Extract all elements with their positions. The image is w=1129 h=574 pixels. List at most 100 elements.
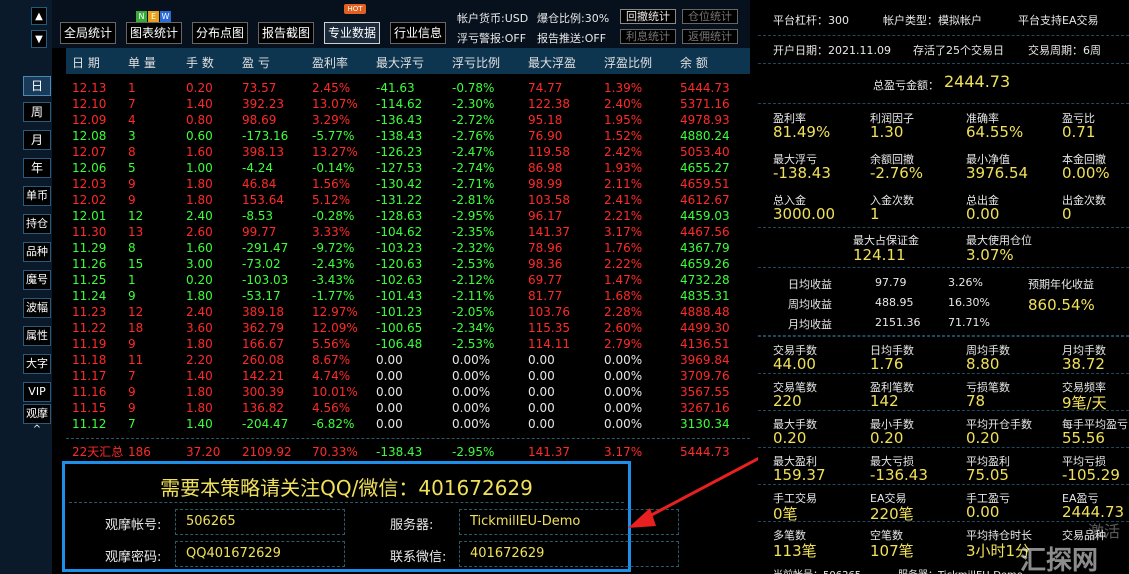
left-nav-item[interactable]: 大字: [23, 354, 51, 374]
table-row[interactable]: 11.17 7 1.40 142.21 4.74% 0.00 0.00% 0.00 0.00% 3…: [66, 368, 750, 384]
industry-info-button[interactable]: 行业信息: [390, 22, 446, 44]
distribution-chart-button[interactable]: 分布点图: [192, 22, 248, 44]
summary-cell: 2109.92: [242, 445, 292, 459]
table-cell: 7: [128, 97, 136, 111]
position-stats-button[interactable]: 仓位统计: [682, 9, 738, 24]
table-cell: -136.43: [376, 113, 423, 127]
column-header[interactable]: 最大浮盈: [528, 54, 576, 71]
table-row[interactable]: 12.09 4 0.80 98.69 3.29% -136.43 -2.72% 95.18 1.…: [66, 112, 750, 128]
table-row[interactable]: 11.30 13 2.60 99.77 3.33% -104.62 -2.35% 141.37…: [66, 224, 750, 240]
table-row[interactable]: 12.03 9 1.80 46.84 1.56% -130.42 -2.71% 98.99 2.…: [66, 176, 750, 192]
column-header[interactable]: 盈 亏: [242, 54, 270, 71]
table-row[interactable]: 12.13 1 0.20 73.57 2.45% -41.63 -0.78% 74.77 1.3…: [66, 80, 750, 96]
table-row[interactable]: 11.12 7 1.40 -204.47 -6.82% 0.00 0.00% 0.00 0.00…: [66, 416, 750, 432]
table-cell: 398.13: [242, 145, 284, 159]
table-row[interactable]: 12.06 5 1.00 -4.24 -0.14% -127.53 -2.74% 86.98 1…: [66, 160, 750, 176]
table-cell: 300.39: [242, 385, 284, 399]
table-cell: 74.77: [528, 81, 563, 95]
table-cell: -128.63: [376, 209, 423, 223]
table-row[interactable]: 11.26 15 3.00 -73.02 -2.43% -120.63 -2.53% 98.3…: [66, 256, 750, 272]
collapse-caret-icon[interactable]: ^: [27, 424, 47, 436]
table-cell: 11.12: [72, 417, 107, 431]
chart-stats-button[interactable]: 图表统计: [126, 22, 182, 44]
column-header[interactable]: 浮盈比例: [604, 54, 652, 71]
table-cell: 0.60: [186, 129, 213, 143]
table-cell: -127.53: [376, 161, 423, 175]
table-cell: 95.18: [528, 113, 563, 127]
left-nav-item[interactable]: 持仓: [23, 214, 51, 234]
table-row[interactable]: 11.15 9 1.80 136.82 4.56% 0.00 0.00% 0.00 0.00% 3…: [66, 400, 750, 416]
table-row[interactable]: 12.02 9 1.80 153.64 5.12% -131.22 -2.81% 103.58…: [66, 192, 750, 208]
stat-value: 75.05: [966, 466, 1009, 484]
left-nav-item[interactable]: 观摩: [23, 404, 51, 424]
table-cell: 0.00: [376, 353, 403, 367]
column-header[interactable]: 手 数: [186, 54, 214, 71]
annual-income-value: 860.54%: [1028, 296, 1095, 314]
table-cell: 4499.30: [680, 321, 730, 335]
drawdown-stats-button[interactable]: 回撤统计: [620, 9, 676, 24]
table-cell: 4880.24: [680, 129, 730, 143]
left-nav-item[interactable]: 单币: [23, 186, 51, 206]
table-cell: 2.79%: [604, 337, 643, 351]
column-header[interactable]: 最大浮亏: [376, 54, 424, 71]
rebate-stats-button[interactable]: 返佣统计: [682, 29, 738, 44]
table-row[interactable]: 11.18 11 2.20 260.08 8.67% 0.00 0.00% 0.00 0.00%…: [66, 352, 750, 368]
left-nav-item[interactable]: 年: [23, 158, 51, 178]
left-nav-item[interactable]: 属性: [23, 326, 51, 346]
table-cell: -102.63: [376, 273, 423, 287]
table-cell: 12.03: [72, 177, 107, 191]
table-cell: 1.40: [186, 369, 213, 383]
left-nav-item[interactable]: 波幅: [23, 298, 51, 318]
interest-stats-button[interactable]: 利息统计: [620, 29, 676, 44]
left-nav-item[interactable]: 魔号: [23, 270, 51, 290]
total-profit-label: 总盈亏金额：: [873, 79, 939, 92]
activate-watermark: 激活: [1088, 522, 1121, 541]
table-row[interactable]: 12.07 8 1.60 398.13 13.27% -126.23 -2.47% 119.5…: [66, 144, 750, 160]
scroll-down-button[interactable]: ▼: [31, 30, 47, 48]
table-row[interactable]: 12.01 12 2.40 -8.53 -0.28% -128.63 -2.95% 96.17…: [66, 208, 750, 224]
left-nav-item[interactable]: 周: [23, 102, 51, 122]
table-row[interactable]: 11.23 12 2.40 389.18 12.97% -101.23 -2.05% 103.…: [66, 304, 750, 320]
left-nav-item[interactable]: 品种: [23, 242, 51, 262]
stat-value: 220笔: [870, 505, 914, 523]
new-badge-e-icon: E: [148, 11, 159, 22]
monthly-income-value: 2151.36: [875, 316, 921, 329]
column-header[interactable]: 浮亏比例: [452, 54, 500, 71]
watch-account-field[interactable]: 506265: [175, 509, 345, 535]
table-cell: 7: [128, 417, 136, 431]
table-row[interactable]: 11.16 9 1.80 300.39 10.01% 0.00 0.00% 0.00 0.00%…: [66, 384, 750, 400]
alive-days: 存活了25个交易日: [913, 44, 1004, 57]
table-cell: 103.76: [528, 305, 570, 319]
table-row[interactable]: 12.08 3 0.60 -173.16 -5.77% -138.43 -2.76% 76.9…: [66, 128, 750, 144]
margin-value: 3.07%: [966, 246, 1014, 264]
table-row[interactable]: 11.29 8 1.60 -291.47 -9.72% -103.23 -2.32% 78.9…: [66, 240, 750, 256]
global-stats-button[interactable]: 全局统计: [60, 22, 116, 44]
report-screenshot-button[interactable]: 报告截图: [258, 22, 314, 44]
scroll-up-button[interactable]: ▲: [31, 7, 47, 25]
left-nav-item[interactable]: VIP: [23, 382, 51, 402]
left-nav-item[interactable]: 月: [23, 130, 51, 150]
table-row[interactable]: 11.25 1 0.20 -103.03 -3.43% -102.63 -2.12% 69.7…: [66, 272, 750, 288]
table-row[interactable]: 11.24 9 1.80 -53.17 -1.77% -101.43 -2.11% 81.77…: [66, 288, 750, 304]
table-cell: 3.33%: [312, 225, 351, 239]
column-header[interactable]: 日 期: [72, 54, 100, 71]
column-header[interactable]: 盈利率: [312, 54, 348, 71]
table-cell: 11: [128, 353, 144, 367]
watch-password-field[interactable]: QQ401672629: [175, 541, 345, 567]
table-header: 日 期 单 量 手 数 盈 亏 盈利率 最大浮亏 浮亏比例 最大浮盈 浮盈比例 余 额: [66, 48, 750, 74]
table-cell: 0.00%: [604, 385, 643, 399]
stat-value: 0.20: [773, 429, 807, 447]
table-cell: 103.58: [528, 193, 570, 207]
table-cell: 12.01: [72, 209, 107, 223]
left-nav-item[interactable]: 日: [23, 76, 51, 96]
table-row[interactable]: 12.10 7 1.40 392.23 13.07% -114.62 -2.30% 122.3…: [66, 96, 750, 112]
table-cell: -2.76%: [452, 129, 495, 143]
table-cell: 11.15: [72, 401, 107, 415]
column-header[interactable]: 单 量: [128, 54, 156, 71]
table-row[interactable]: 11.22 18 3.60 362.79 12.09% -100.65 -2.34% 115.…: [66, 320, 750, 336]
wechat-field[interactable]: 401672629: [459, 541, 679, 567]
table-row[interactable]: 11.19 9 1.80 166.67 5.56% -106.48 -2.53% 114.11…: [66, 336, 750, 352]
table-cell: 73.57: [242, 81, 277, 95]
pro-data-button[interactable]: 专业数据: [324, 22, 380, 44]
column-header[interactable]: 余 额: [680, 54, 708, 71]
